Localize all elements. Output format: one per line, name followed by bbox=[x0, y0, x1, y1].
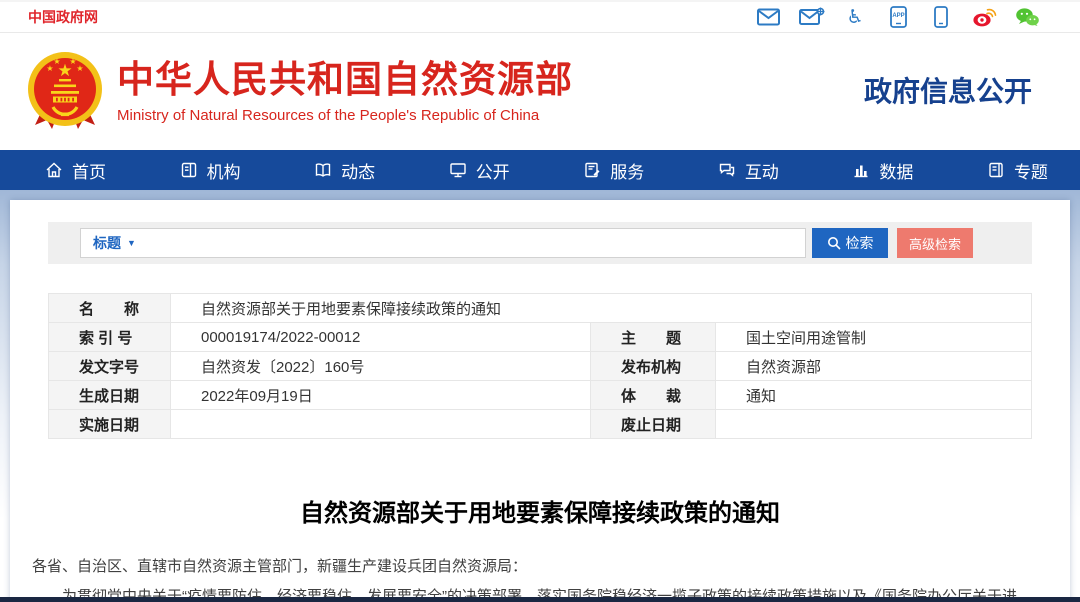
svg-text:APP: APP bbox=[892, 13, 904, 19]
service-document-icon bbox=[583, 161, 601, 179]
footer-strip bbox=[0, 597, 1080, 602]
section-title: 政府信息公开 bbox=[864, 70, 1032, 110]
wechat-icon[interactable] bbox=[1014, 6, 1040, 28]
mail-subscribe-icon[interactable] bbox=[799, 6, 825, 28]
home-icon bbox=[45, 161, 63, 179]
news-book-icon bbox=[314, 161, 332, 179]
content-background: 标题 ▼ 检索 高级检索 名 称 自然资源部关于用地要素保障接续政策的通知 索 … bbox=[0, 190, 1080, 602]
field-value-effective-date bbox=[171, 410, 591, 439]
gov-site-link[interactable]: 中国政府网 bbox=[28, 7, 98, 27]
search-input[interactable]: 标题 ▼ bbox=[80, 228, 806, 258]
field-value-agency: 自然资源部 bbox=[716, 352, 1032, 381]
interaction-chat-icon bbox=[718, 161, 736, 179]
nav-item-service[interactable]: 服务 bbox=[583, 158, 644, 183]
field-value-genre: 通知 bbox=[716, 381, 1032, 410]
article-title: 自然资源部关于用地要素保障接续政策的通知 bbox=[10, 493, 1070, 528]
svg-text:★: ★ bbox=[76, 64, 83, 73]
weibo-icon[interactable] bbox=[971, 6, 997, 28]
mobile-icon[interactable] bbox=[928, 6, 954, 28]
field-value-name: 自然资源部关于用地要素保障接续政策的通知 bbox=[171, 294, 1032, 323]
article-paragraph: 各省、自治区、直辖市自然资源主管部门，新疆生产建设兵团自然资源局： bbox=[32, 557, 1048, 577]
table-row: 发文字号 自然资发〔2022〕160号 发布机构 自然资源部 bbox=[49, 352, 1032, 381]
app-icon[interactable]: APP bbox=[885, 6, 911, 28]
nav-item-home[interactable]: 首页 bbox=[45, 158, 106, 183]
accessibility-icon[interactable]: ♿ bbox=[842, 6, 868, 28]
data-chart-icon bbox=[852, 161, 870, 179]
field-label-agency: 发布机构 bbox=[591, 352, 716, 381]
search-button[interactable]: 检索 bbox=[812, 228, 888, 258]
nav-item-topics[interactable]: 专题 bbox=[987, 158, 1048, 183]
nav-item-org[interactable]: 机构 bbox=[180, 158, 241, 183]
national-emblem-logo: ★ ★ ★ ★ ★ bbox=[25, 48, 105, 136]
site-title: 中华人民共和国自然资源部 bbox=[117, 59, 573, 102]
field-value-created-date: 2022年09月19日 bbox=[171, 381, 591, 410]
nav-item-news[interactable]: 动态 bbox=[314, 158, 375, 183]
mail-icon[interactable] bbox=[756, 6, 782, 28]
main-navigation: 首页 机构 动态 公开 服务 互动 数据 专题 bbox=[0, 150, 1080, 190]
disclosure-monitor-icon bbox=[449, 161, 467, 179]
search-band: 标题 ▼ 检索 高级检索 bbox=[48, 222, 1032, 264]
caret-down-icon: ▼ bbox=[127, 239, 136, 248]
field-label-repeal-date: 废止日期 bbox=[591, 410, 716, 439]
site-subtitle: Ministry of Natural Resources of the Peo… bbox=[117, 107, 573, 124]
search-icon bbox=[827, 236, 841, 250]
svg-text:★: ★ bbox=[53, 57, 60, 66]
site-header: ★ ★ ★ ★ ★ 中华人民共和国自然资源部 Ministry of Natur… bbox=[0, 33, 1080, 150]
field-label-created-date: 生成日期 bbox=[49, 381, 171, 410]
field-value-index: 000019174/2022-00012 bbox=[171, 323, 591, 352]
table-row: 名 称 自然资源部关于用地要素保障接续政策的通知 bbox=[49, 294, 1032, 323]
field-label-subject: 主 题 bbox=[591, 323, 716, 352]
topic-book-icon bbox=[987, 161, 1005, 179]
table-row: 实施日期 废止日期 bbox=[49, 410, 1032, 439]
nav-item-interaction[interactable]: 互动 bbox=[718, 158, 779, 183]
field-label-name: 名 称 bbox=[49, 294, 171, 323]
content-card: 标题 ▼ 检索 高级检索 名 称 自然资源部关于用地要素保障接续政策的通知 索 … bbox=[10, 200, 1070, 602]
field-value-repeal-date bbox=[716, 410, 1032, 439]
field-value-subject: 国土空间用途管制 bbox=[716, 323, 1032, 352]
field-label-genre: 体 裁 bbox=[591, 381, 716, 410]
field-label-docnumber: 发文字号 bbox=[49, 352, 171, 381]
organization-icon bbox=[180, 161, 198, 179]
nav-item-data[interactable]: 数据 bbox=[852, 158, 913, 183]
site-title-block: 中华人民共和国自然资源部 Ministry of Natural Resourc… bbox=[117, 59, 573, 124]
document-info-table: 名 称 自然资源部关于用地要素保障接续政策的通知 索 引 号 000019174… bbox=[48, 293, 1032, 439]
topbar-icons: ♿ APP bbox=[756, 6, 1040, 28]
field-value-docnumber: 自然资发〔2022〕160号 bbox=[171, 352, 591, 381]
search-field-selector[interactable]: 标题 ▼ bbox=[93, 233, 136, 253]
top-utility-bar: 中国政府网 ♿ APP bbox=[0, 0, 1080, 33]
field-label-index: 索 引 号 bbox=[49, 323, 171, 352]
table-row: 生成日期 2022年09月19日 体 裁 通知 bbox=[49, 381, 1032, 410]
nav-item-disclosure[interactable]: 公开 bbox=[449, 158, 510, 183]
advanced-search-button[interactable]: 高级检索 bbox=[897, 228, 973, 258]
field-label-effective-date: 实施日期 bbox=[49, 410, 171, 439]
table-row: 索 引 号 000019174/2022-00012 主 题 国土空间用途管制 bbox=[49, 323, 1032, 352]
